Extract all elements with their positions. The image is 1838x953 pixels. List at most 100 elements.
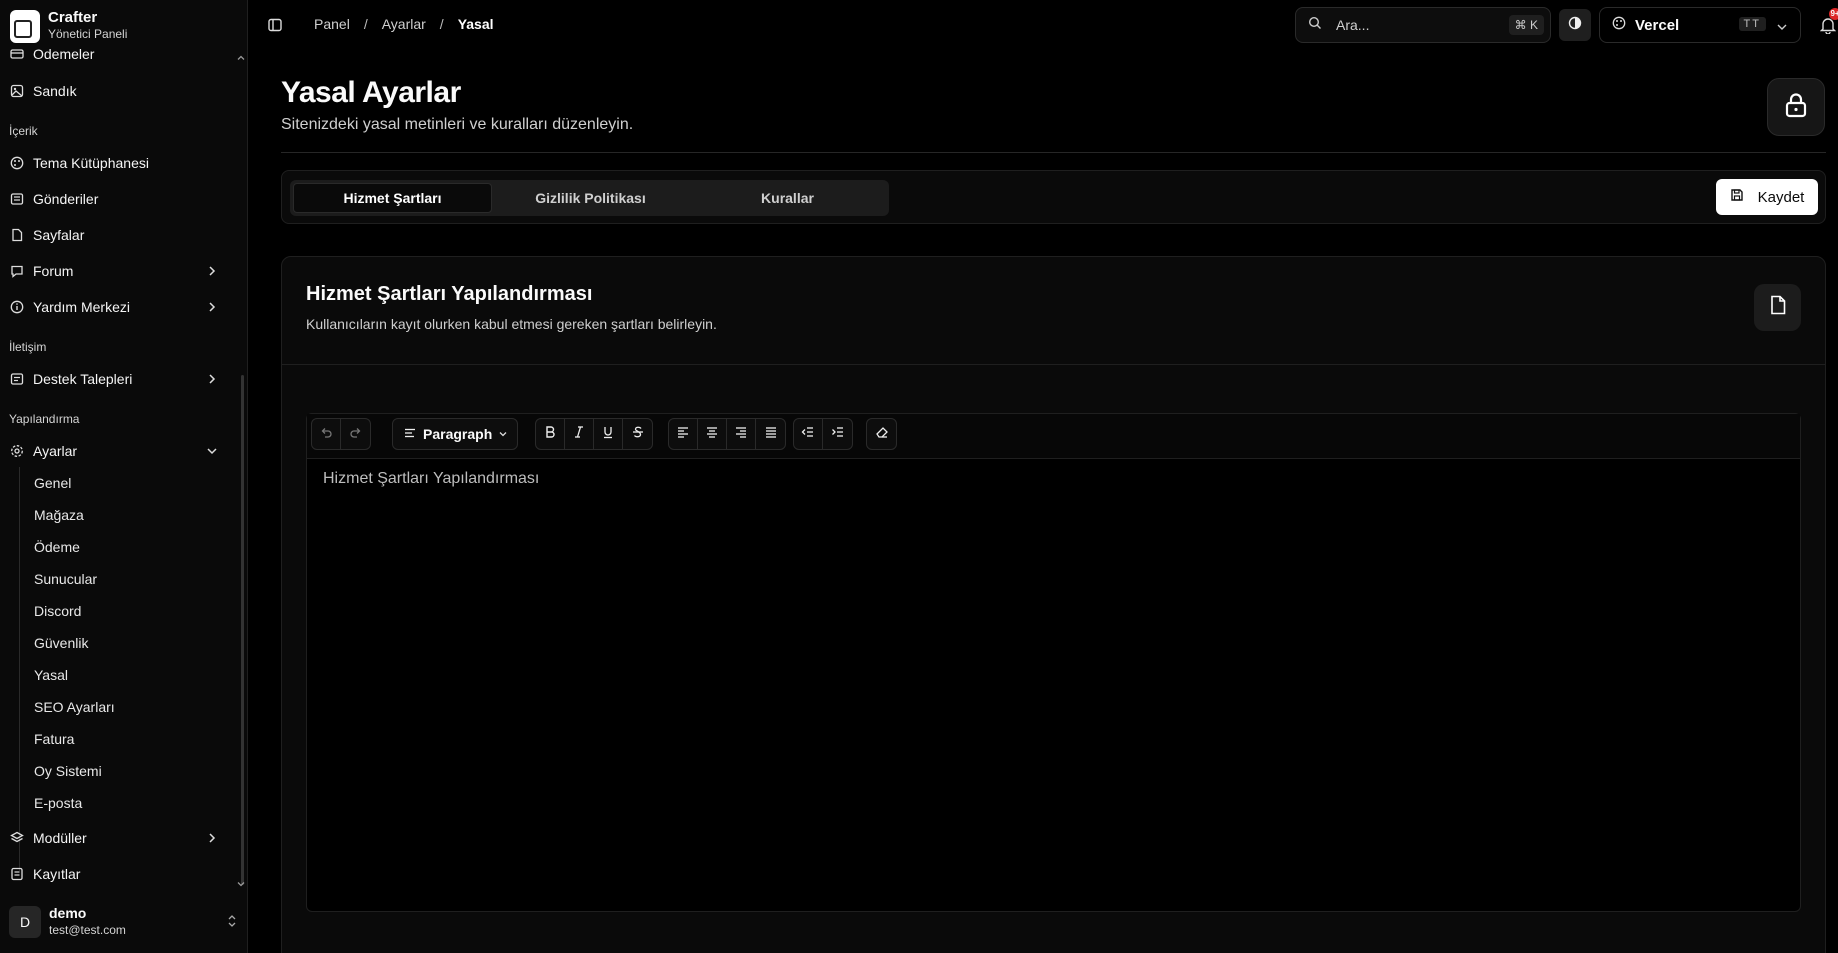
save-button-label: Kaydet xyxy=(1757,188,1805,206)
page-divider xyxy=(281,152,1826,153)
brand[interactable]: Crafter Yönetici Paneli xyxy=(10,9,127,43)
sidebar-item-label: Yardım Merkezi xyxy=(33,299,130,315)
page-title: Yasal Ayarlar xyxy=(281,76,461,109)
palette-icon xyxy=(10,156,24,170)
block-type-label: Paragraph xyxy=(423,426,493,442)
sidebar-item-label: Ödemeler xyxy=(33,49,95,62)
sidebar-subitem-guvenlik[interactable]: Güvenlik xyxy=(34,633,88,653)
top-header: Panel / Ayarlar / Yasal ⌘ K Vercel TT 9+ xyxy=(249,0,1838,50)
sidebar-subitem-oy-sistemi[interactable]: Oy Sistemi xyxy=(34,761,102,781)
eraser-icon xyxy=(875,425,889,444)
user-menu[interactable]: D demo test@test.com xyxy=(9,905,237,939)
tab-hizmet-sartlari[interactable]: Hizmet Şartları xyxy=(293,183,492,213)
sidebar-item-moduller[interactable]: Modüller xyxy=(0,823,246,853)
palette-icon xyxy=(1612,16,1626,35)
chevron-right-icon xyxy=(206,372,218,388)
italic-button[interactable] xyxy=(565,419,594,449)
editor-content[interactable]: Hizmet Şartları Yapılandırması xyxy=(323,470,1784,901)
clear-format-button[interactable] xyxy=(867,419,896,449)
breadcrumb-ayarlar[interactable]: Ayarlar xyxy=(382,16,426,32)
scroll-up-icon[interactable] xyxy=(236,53,246,66)
sidebar-subitem-discord[interactable]: Discord xyxy=(34,601,81,621)
layers-icon xyxy=(10,831,24,845)
scroll-down-icon[interactable] xyxy=(236,879,246,892)
tab-kurallar[interactable]: Kurallar xyxy=(689,183,886,213)
strikethrough-icon xyxy=(631,425,645,444)
user-email: test@test.com xyxy=(49,923,126,937)
sidebar-item-destek-talepleri[interactable]: Destek Talepleri xyxy=(0,364,246,394)
sidebar-item-gonderiler[interactable]: Gönderiler xyxy=(0,184,246,214)
sidebar: Crafter Yönetici Paneli Ödemeler Sandık … xyxy=(0,0,248,953)
save-button[interactable]: Kaydet xyxy=(1716,179,1818,215)
breadcrumb: Panel / Ayarlar / Yasal xyxy=(314,16,494,32)
italic-icon xyxy=(572,425,586,444)
team-initials: TT xyxy=(1738,17,1766,31)
file-icon xyxy=(1769,295,1787,320)
sidebar-subitem-sunucular[interactable]: Sunucular xyxy=(34,569,97,589)
page-lock-badge xyxy=(1767,78,1825,136)
sidebar-item-odemeler[interactable]: Ödemeler xyxy=(0,49,246,69)
undo-button[interactable] xyxy=(312,419,341,449)
breadcrumb-panel[interactable]: Panel xyxy=(314,16,350,32)
sidebar-subitem-yasal[interactable]: Yasal xyxy=(34,665,68,685)
sidebar-item-sayfalar[interactable]: Sayfalar xyxy=(0,220,246,250)
align-justify-icon xyxy=(764,425,778,444)
lock-icon xyxy=(1784,92,1808,123)
chevron-down-icon xyxy=(206,444,218,460)
history-group xyxy=(311,418,371,450)
editor-toolbar: Paragraph xyxy=(307,414,1800,459)
sidebar-subitem-fatura[interactable]: Fatura xyxy=(34,729,74,749)
brand-logo xyxy=(10,9,40,43)
theme-toggle-button[interactable] xyxy=(1559,9,1591,41)
brand-subtitle: Yönetici Paneli xyxy=(48,27,128,41)
section-label-icerik: İçerik xyxy=(9,124,38,138)
bold-button[interactable] xyxy=(536,419,565,449)
sidebar-item-forum[interactable]: Forum xyxy=(0,256,246,286)
tab-list: Hizmet Şartları Gizlilik Politikası Kura… xyxy=(290,180,889,216)
underline-button[interactable] xyxy=(594,419,623,449)
align-left-button[interactable] xyxy=(669,419,698,449)
sidebar-item-kayitlar[interactable]: Kayıtlar xyxy=(0,859,246,889)
search-input[interactable] xyxy=(1336,17,1496,33)
file-icon xyxy=(10,228,24,242)
sidebar-subitem-seo-ayarlari[interactable]: SEO Ayarları xyxy=(34,697,115,717)
redo-icon xyxy=(349,425,363,444)
sidebar-subitem-odeme[interactable]: Ödeme xyxy=(34,537,80,557)
sidebar-item-sandik[interactable]: Sandık xyxy=(0,76,246,106)
sidebar-subitem-magaza[interactable]: Mağaza xyxy=(34,505,84,525)
search-box[interactable]: ⌘ K xyxy=(1295,7,1551,43)
sidebar-toggle-icon[interactable] xyxy=(267,17,283,38)
indent-button[interactable] xyxy=(823,419,852,449)
align-right-button[interactable] xyxy=(727,419,756,449)
tab-gizlilik-politikasi[interactable]: Gizlilik Politikası xyxy=(492,183,689,213)
align-center-button[interactable] xyxy=(698,419,727,449)
align-justify-button[interactable] xyxy=(756,419,785,449)
sidebar-item-yardim-merkezi[interactable]: Yardım Merkezi xyxy=(0,292,246,322)
indent-icon xyxy=(831,425,845,444)
underline-icon xyxy=(601,425,615,444)
sidebar-subitem-genel[interactable]: Genel xyxy=(34,473,71,493)
outdent-button[interactable] xyxy=(794,419,823,449)
sidebar-subitem-e-posta[interactable]: E-posta xyxy=(34,793,82,813)
sidebar-item-label: Gönderiler xyxy=(33,191,99,207)
breadcrumb-separator: / xyxy=(439,16,444,32)
section-label-yapilandirma: Yapılandırma xyxy=(9,412,80,426)
sidebar-item-label: Sayfalar xyxy=(33,227,85,243)
outdent-icon xyxy=(801,425,815,444)
redo-button[interactable] xyxy=(341,419,370,449)
align-center-icon xyxy=(705,425,719,444)
team-switcher[interactable]: Vercel TT xyxy=(1599,7,1801,43)
card-icon xyxy=(10,49,24,61)
sidebar-item-ayarlar[interactable]: Ayarlar xyxy=(0,436,246,466)
sidebar-item-tema-kutuphanesi[interactable]: Tema Kütüphanesi xyxy=(0,148,246,178)
rich-text-editor: Paragraph Hizmet Şartları Yapılandırması xyxy=(306,413,1801,912)
brand-title: Crafter xyxy=(48,9,98,26)
strikethrough-button[interactable] xyxy=(623,419,652,449)
align-right-icon xyxy=(734,425,748,444)
breadcrumb-separator: / xyxy=(363,16,368,32)
block-type-select[interactable]: Paragraph xyxy=(392,418,518,450)
team-name: Vercel xyxy=(1635,16,1680,34)
message-icon xyxy=(10,264,24,278)
sidebar-scrollbar[interactable] xyxy=(241,375,244,885)
card-subtitle: Kullanıcıların kayıt olurken kabul etmes… xyxy=(306,316,717,332)
